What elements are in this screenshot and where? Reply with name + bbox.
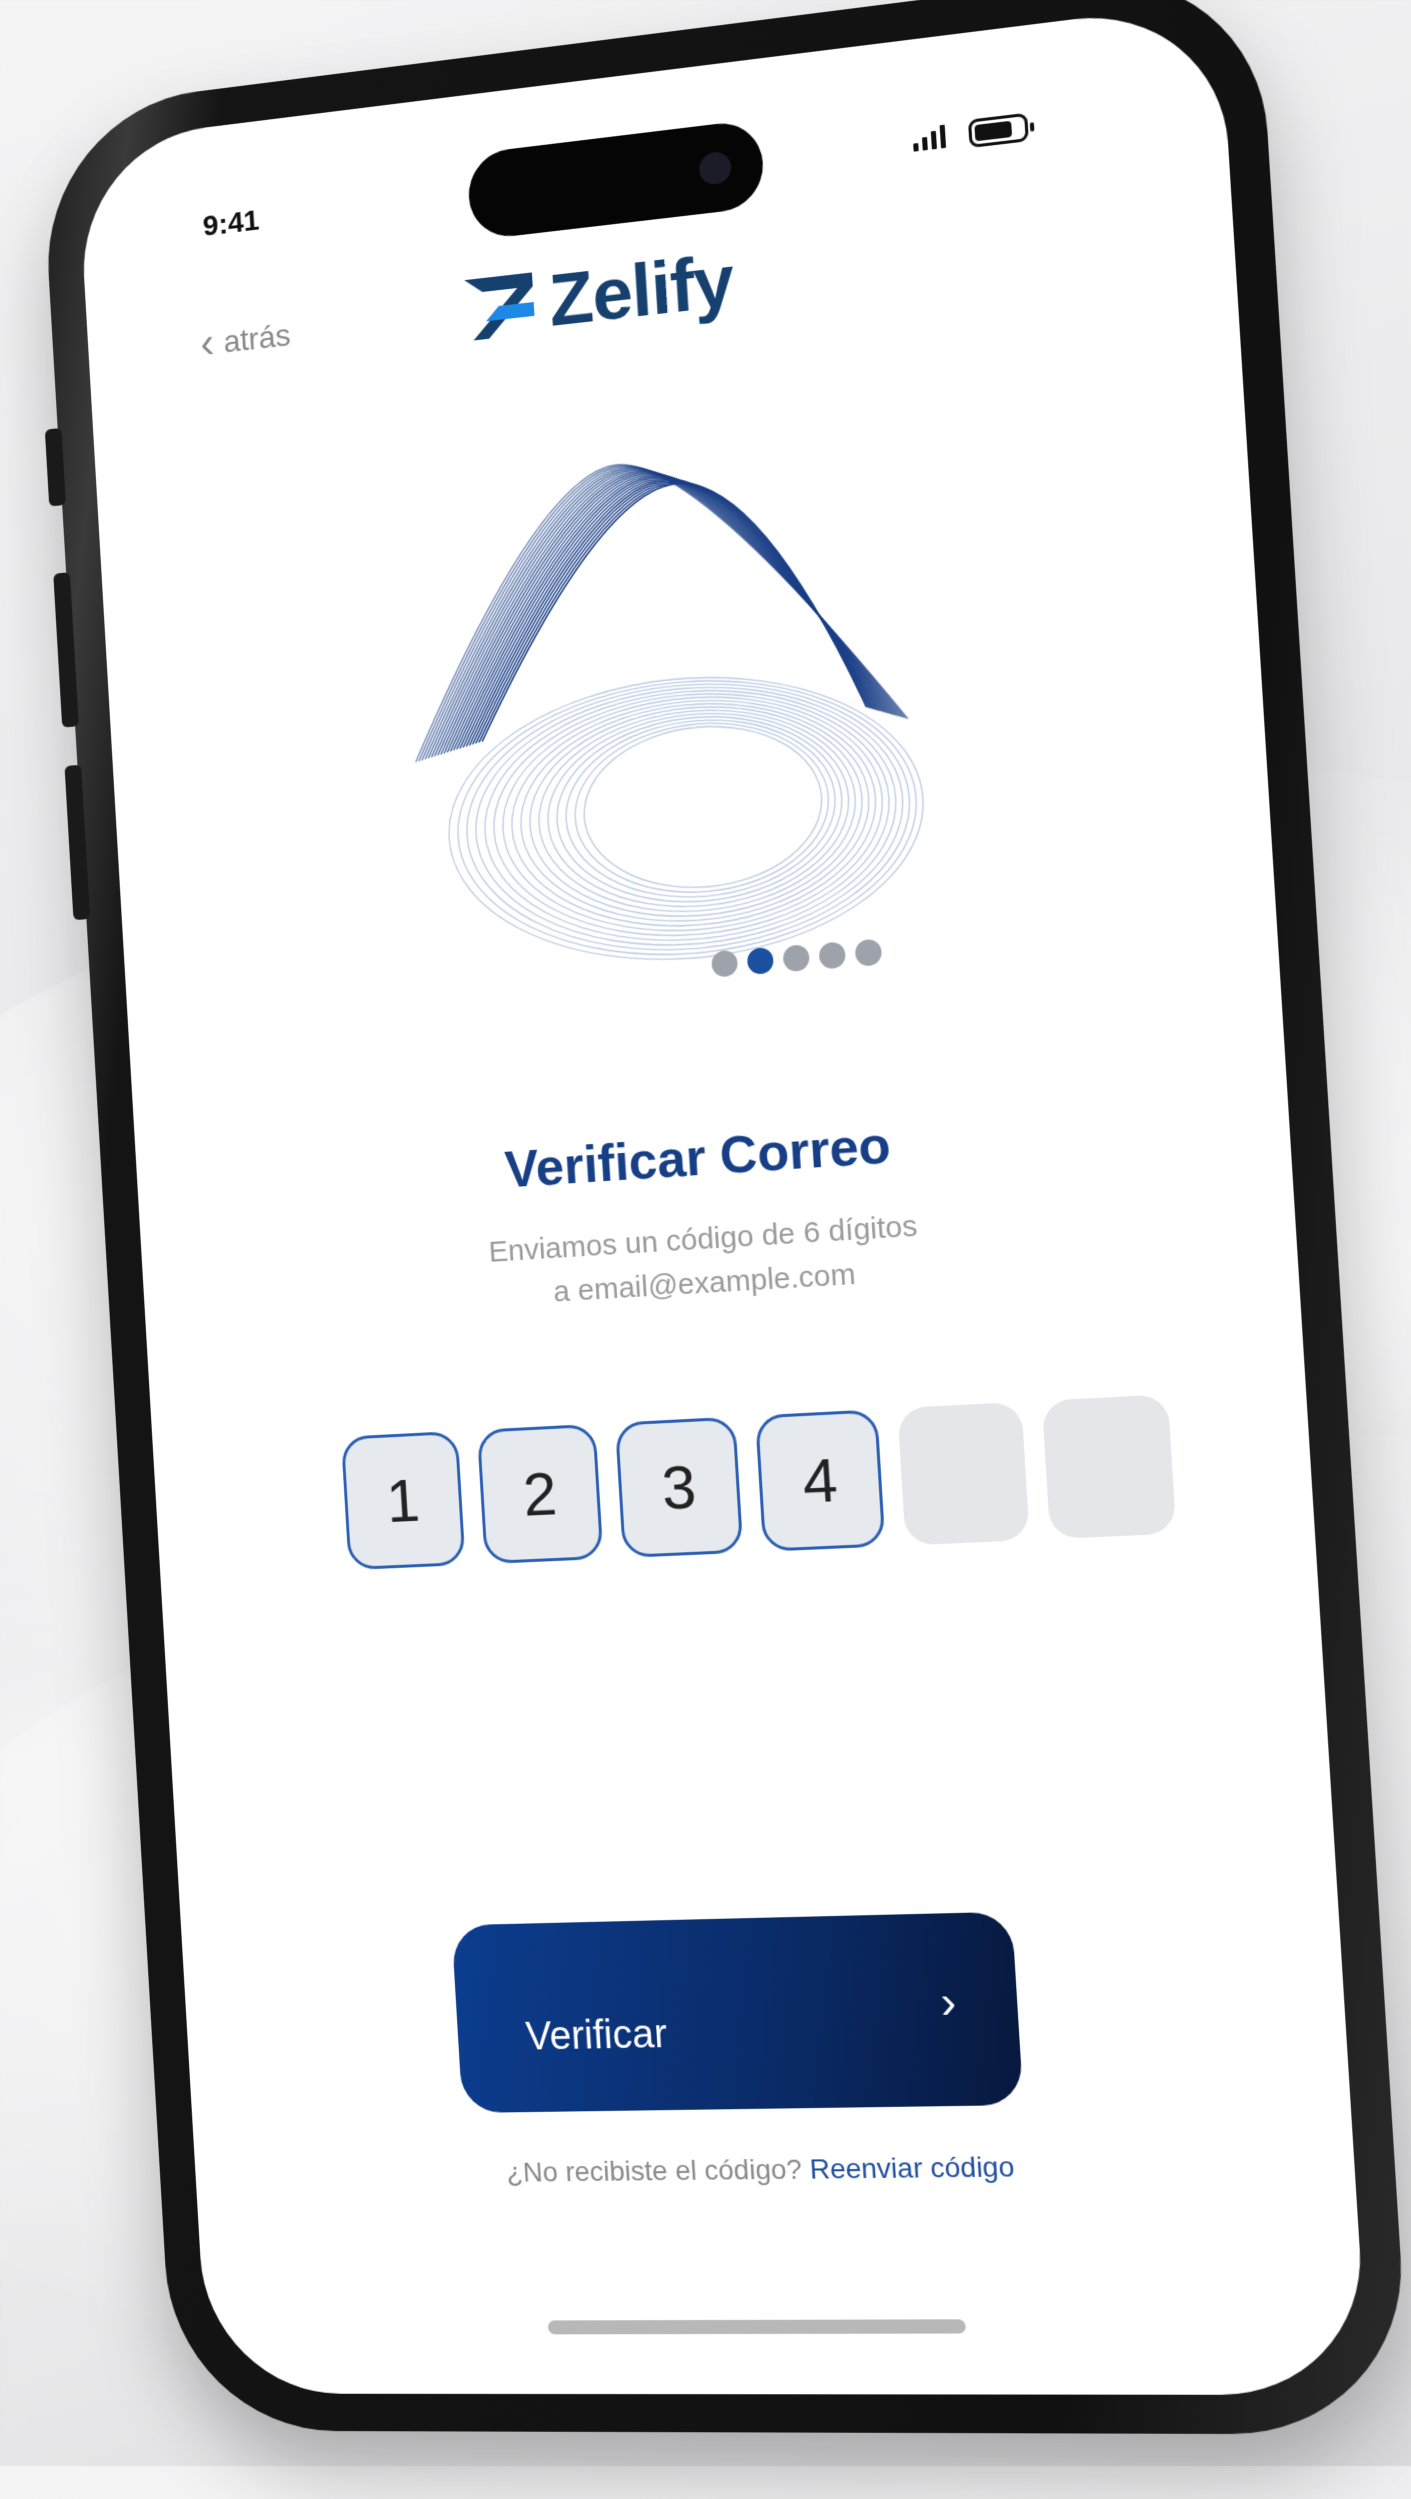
otp-digit-3[interactable]: 3 [615, 1417, 744, 1558]
zelify-logo-icon [464, 272, 535, 341]
chevron-left-icon: ‹ [199, 322, 215, 366]
carousel-dot[interactable] [782, 944, 810, 972]
wireframe-illustration [340, 400, 984, 1012]
otp-digit-4[interactable]: 4 [755, 1409, 885, 1552]
otp-digit-6[interactable] [1042, 1394, 1177, 1539]
phone-device: 9:41 ‹ atrás Zelify Verificar Correo Env… [39, 0, 1411, 2435]
otp-digit-5[interactable] [897, 1402, 1030, 1546]
brand-logo: Zelify [464, 238, 736, 352]
carousel-dot[interactable] [855, 939, 883, 967]
resend-code-link[interactable]: Reenviar código [809, 2151, 1016, 2185]
home-indicator [548, 2319, 966, 2334]
resend-row: ¿No recibiste el código? Reenviar código [195, 2147, 1356, 2192]
verify-button-label: Verificar [524, 2012, 668, 2059]
chevron-right-icon: › [939, 1974, 958, 2029]
battery-icon [968, 113, 1029, 148]
camera-icon [698, 150, 732, 186]
back-button[interactable]: ‹ atrás [199, 313, 292, 366]
carousel-dot[interactable] [747, 947, 774, 975]
brand-name: Zelify [547, 238, 736, 343]
phone-screen: 9:41 ‹ atrás Zelify Verificar Correo Env… [76, 1, 1369, 2395]
signal-icon [912, 125, 946, 152]
dynamic-island [466, 119, 765, 241]
otp-digit-2[interactable]: 2 [477, 1424, 604, 1564]
back-label: atrás [222, 316, 291, 359]
otp-digit-1[interactable]: 1 [341, 1431, 466, 1570]
otp-code-input: 1 2 3 4 [341, 1394, 1176, 1570]
carousel-dot[interactable] [818, 941, 846, 969]
verify-button[interactable]: Verificar › [451, 1912, 1023, 2113]
status-time: 9:41 [202, 204, 260, 244]
resend-prompt: ¿No recibiste el código? [506, 2154, 803, 2188]
carousel-dot[interactable] [711, 950, 738, 978]
